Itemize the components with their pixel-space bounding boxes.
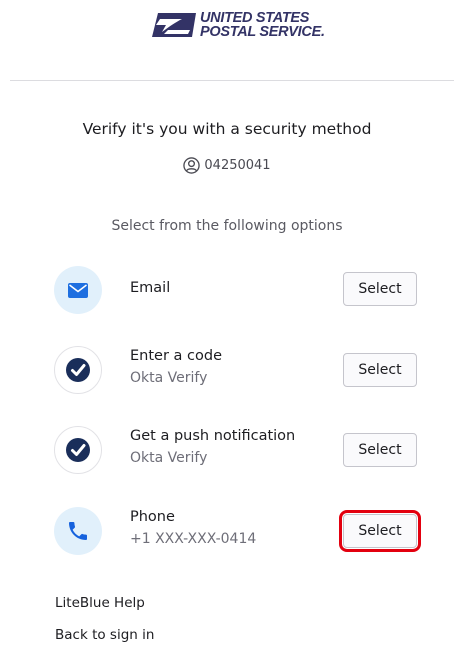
- select-enter-code-button[interactable]: Select: [343, 353, 417, 387]
- user-circle-icon: [183, 157, 201, 174]
- option-email-title: Email: [130, 280, 171, 296]
- option-push-notification: Get a push notification Okta Verify Sele…: [54, 424, 420, 476]
- option-enter-code-title: Enter a code: [130, 348, 222, 364]
- option-enter-code: Enter a code Okta Verify Select: [54, 344, 420, 396]
- options-subtitle: Select from the following options: [111, 218, 343, 234]
- option-enter-code-subtitle: Okta Verify: [130, 370, 208, 386]
- okta-verify-check-icon: [54, 346, 102, 394]
- okta-verify-check-icon: [54, 426, 102, 474]
- option-push-notification-title: Get a push notification: [130, 428, 296, 444]
- liteblue-help-link[interactable]: LiteBlue Help: [55, 595, 145, 611]
- select-phone-button[interactable]: Select: [339, 510, 421, 552]
- usps-wordmark: UNITED STATES POSTAL SERVICE.: [200, 10, 325, 40]
- option-push-notification-subtitle: Okta Verify: [130, 450, 208, 466]
- usps-logo: UNITED STATES POSTAL SERVICE.: [152, 8, 325, 42]
- envelope-icon: [54, 266, 102, 314]
- option-email: Email Select: [54, 264, 420, 316]
- option-phone: Phone +1 XXX-XXX-0414 Select: [54, 505, 421, 557]
- page-title: Verify it's you with a security method: [82, 120, 372, 138]
- back-to-sign-in-link[interactable]: Back to sign in: [55, 627, 154, 643]
- select-push-notification-button[interactable]: Select: [343, 433, 417, 467]
- user-identifier: 04250041: [0, 157, 454, 174]
- phone-icon: [54, 507, 102, 555]
- option-phone-title: Phone: [130, 509, 175, 525]
- option-phone-subtitle: +1 XXX-XXX-0414: [130, 531, 257, 547]
- usps-eagle-icon: [152, 13, 196, 37]
- header-divider: [10, 80, 454, 81]
- select-email-button[interactable]: Select: [343, 272, 417, 306]
- identifier-value: 04250041: [204, 158, 271, 173]
